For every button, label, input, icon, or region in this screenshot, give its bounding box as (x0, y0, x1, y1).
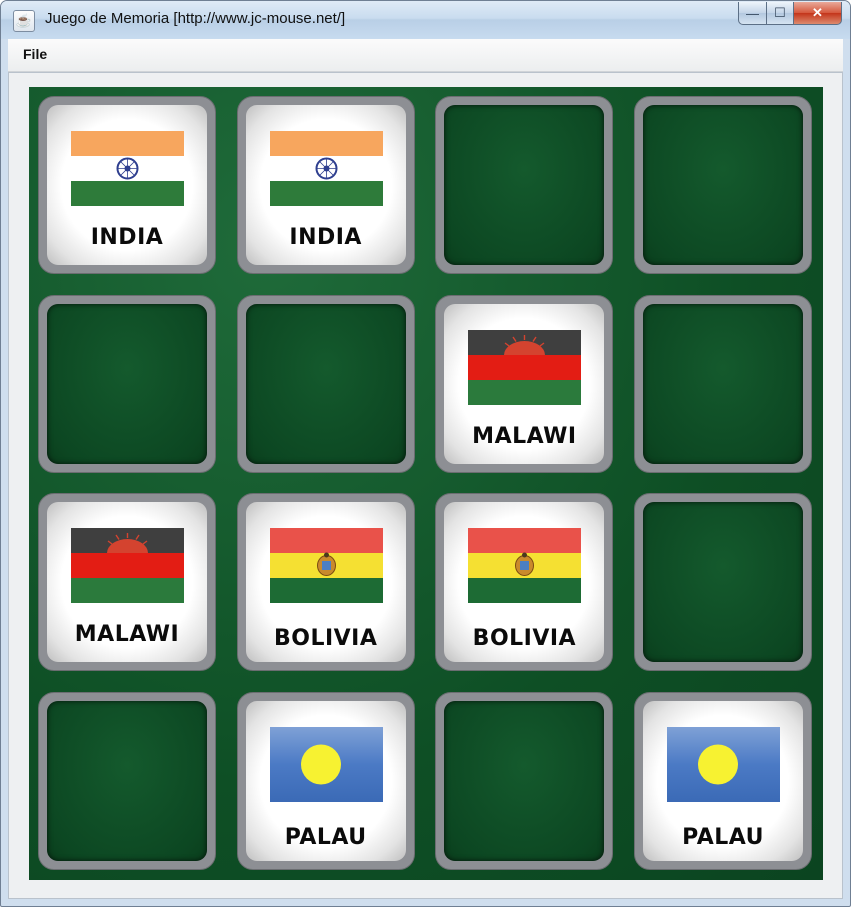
card-surface (444, 700, 605, 861)
card-surface (643, 303, 804, 464)
palau-flag-icon (667, 726, 781, 802)
window-controls: — ☐ ✕ (738, 2, 842, 25)
card-country-label: INDIA (90, 225, 164, 250)
card-country-label: PALAU (682, 824, 765, 850)
card-surface: BOLIVIA (245, 502, 406, 662)
java-cup-icon[interactable]: ☕ (13, 10, 35, 32)
card-face-down[interactable] (435, 96, 614, 274)
card-face-up[interactable]: BOLIVIA (236, 493, 415, 671)
title-bar[interactable]: ☕ Juego de Memoria [http://www.jc-mouse.… (1, 1, 850, 39)
card-face-down[interactable] (236, 294, 415, 473)
close-button[interactable]: ✕ (793, 2, 842, 25)
card-surface: INDIA (47, 105, 207, 265)
malawi-flag-icon (71, 528, 184, 603)
card-surface (245, 303, 406, 464)
menu-bar: File (8, 39, 843, 72)
card-country-label: INDIA (289, 225, 362, 250)
card-surface (643, 105, 804, 265)
india-flag-icon (269, 131, 383, 206)
card-surface: MALAWI (444, 303, 605, 464)
card-surface: MALAWI (47, 502, 207, 662)
card-face-down[interactable] (38, 691, 216, 870)
card-surface: INDIA (245, 105, 406, 265)
card-surface (444, 105, 605, 265)
card-face-down[interactable] (435, 691, 614, 870)
card-country-label: MALAWI (472, 423, 577, 449)
minimize-button[interactable]: — (738, 2, 766, 25)
card-face-up[interactable]: MALAWI (38, 493, 216, 671)
card-surface (643, 502, 804, 662)
card-face-up[interactable]: MALAWI (435, 294, 614, 473)
palau-flag-icon (269, 726, 383, 802)
card-face-down[interactable] (634, 493, 813, 671)
card-surface (47, 303, 207, 464)
card-country-label: BOLIVIA (273, 626, 378, 651)
window-title: Juego de Memoria [http://www.jc-mouse.ne… (45, 10, 346, 27)
card-face-down[interactable] (38, 294, 216, 473)
card-country-label: PALAU (284, 824, 367, 850)
card-surface: PALAU (245, 700, 406, 861)
card-surface: PALAU (643, 700, 804, 861)
menu-file[interactable]: File (23, 46, 47, 62)
card-surface: BOLIVIA (444, 502, 605, 662)
card-face-up[interactable]: PALAU (634, 691, 813, 870)
malawi-flag-icon (468, 329, 582, 405)
card-face-up[interactable]: INDIA (38, 96, 216, 274)
card-face-up[interactable]: PALAU (236, 691, 415, 870)
card-surface (47, 700, 207, 861)
bolivia-flag-icon (468, 528, 582, 603)
card-country-label: MALAWI (74, 622, 180, 647)
card-face-up[interactable]: BOLIVIA (435, 493, 614, 671)
game-board: INDIA INDIA MALAWI MALAWI BOLIVIA BOLIVI… (29, 87, 823, 880)
card-face-down[interactable] (634, 294, 813, 473)
card-face-up[interactable]: INDIA (236, 96, 415, 274)
bolivia-flag-icon (269, 528, 383, 603)
maximize-button[interactable]: ☐ (766, 2, 793, 25)
card-face-down[interactable] (634, 96, 813, 274)
card-country-label: BOLIVIA (472, 626, 577, 651)
india-flag-icon (71, 131, 184, 206)
